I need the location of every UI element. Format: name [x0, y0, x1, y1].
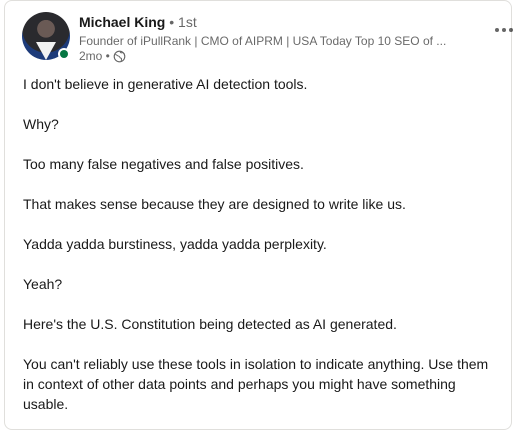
author-line: Michael King • 1st	[79, 14, 197, 30]
post-body: I don't believe in generative AI detecti…	[23, 74, 493, 414]
connection-degree: • 1st	[169, 14, 197, 30]
post-paragraph: Here's the U.S. Constitution being detec…	[23, 316, 397, 332]
more-options-button[interactable]	[490, 20, 515, 40]
post-paragraph: Too many false negatives and false posit…	[23, 156, 304, 172]
post-paragraph: Yadda yadda burstiness, yadda yadda perp…	[23, 236, 327, 252]
avatar-shirt	[36, 42, 56, 60]
post-paragraph: You can't reliably use these tools in is…	[23, 356, 489, 412]
post-card: Michael King • 1st Founder of iPullRank …	[4, 0, 513, 430]
post-time[interactable]: 2mo •	[79, 49, 110, 63]
online-status-icon	[58, 48, 70, 60]
post-paragraph: That makes sense because they are design…	[23, 196, 406, 212]
globe-icon	[113, 50, 126, 62]
post-paragraph: I don't believe in generative AI detecti…	[23, 76, 308, 92]
author-name[interactable]: Michael King	[79, 14, 165, 30]
post-meta: 2mo •	[79, 49, 126, 63]
post-paragraph: Yeah?	[23, 276, 63, 292]
post-paragraph: Why?	[23, 116, 59, 132]
author-headline: Founder of iPullRank | CMO of AIPRM | US…	[79, 34, 447, 48]
post-header: Michael King • 1st Founder of iPullRank …	[22, 12, 513, 68]
